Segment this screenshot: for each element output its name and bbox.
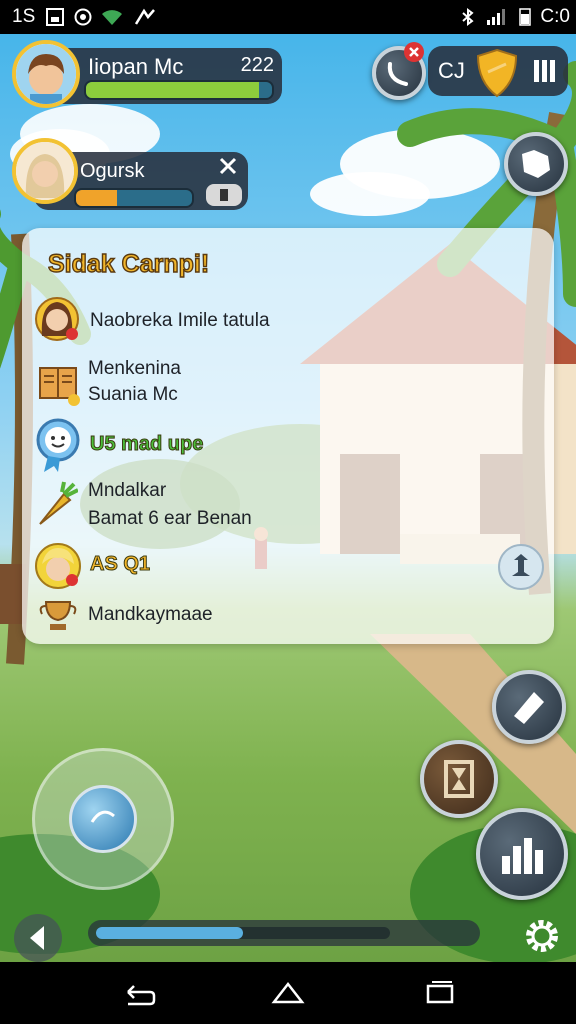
player-avatar[interactable] — [12, 40, 80, 108]
bluetooth-icon — [460, 8, 476, 31]
shield-icon[interactable] — [474, 46, 520, 105]
stats-button[interactable] — [476, 808, 568, 900]
bottom-progress-fill — [96, 927, 243, 939]
joystick-base[interactable] — [32, 748, 174, 890]
joystick-swirl-icon — [90, 810, 115, 823]
eraser-icon — [514, 692, 544, 724]
wifi-icon — [100, 8, 124, 31]
eraser-button[interactable] — [492, 670, 566, 744]
bottom-progress-bar — [88, 920, 480, 946]
panel-row-5-text: AS Q1 — [89, 553, 151, 576]
nav-recents-icon — [426, 981, 454, 1004]
panel-row-4-line1: Mndalkar — [88, 480, 167, 501]
close-icon[interactable] — [218, 156, 238, 181]
panel-row-3-text: U5 mad upe — [89, 433, 204, 456]
carrot-icon — [34, 480, 79, 533]
pause-icon[interactable] — [532, 58, 558, 89]
blonde-avatar-icon — [34, 542, 82, 595]
app-notification-icon — [134, 8, 156, 31]
nav-recents-button[interactable] — [424, 980, 456, 1011]
joystick-knob[interactable] — [69, 785, 137, 853]
status-clock: C:0 — [540, 6, 570, 27]
location-marker-button[interactable] — [498, 544, 544, 590]
smiley-badge-icon — [34, 418, 82, 479]
companion-avatar[interactable] — [12, 138, 78, 204]
book-icon — [36, 362, 80, 411]
player-name: Iiopan Mc — [88, 54, 184, 79]
phone-button[interactable] — [372, 42, 426, 100]
nav-back-icon — [127, 985, 156, 1006]
skill-icon — [220, 189, 228, 201]
companion-health-fill — [76, 190, 117, 206]
nav-back-button[interactable] — [120, 980, 156, 1011]
player-health-bar — [84, 80, 274, 100]
bar-chart-icon — [502, 838, 543, 874]
gear-icon — [526, 920, 558, 952]
map-button[interactable] — [504, 132, 568, 196]
signal-icon — [486, 8, 508, 31]
companion-health-bar — [74, 188, 194, 208]
map-icon — [522, 150, 550, 178]
back-arrow-button[interactable] — [14, 914, 62, 962]
trophy-icon — [38, 598, 78, 639]
panel-row-2-line1: Menkenina — [88, 358, 181, 379]
nav-home-button[interactable] — [270, 978, 306, 1011]
panel-row-2-line2: Suania Mc — [88, 384, 178, 405]
hourglass-icon — [444, 760, 474, 798]
game-scene[interactable]: Iiopan Mc 222 Ogursk CJ Sidak Carnpi! Na… — [0, 34, 576, 962]
companion-name: Ogursk — [80, 160, 145, 182]
top-right-label: CJ — [438, 58, 465, 83]
back-arrow-icon — [30, 926, 44, 950]
player-health-fill — [86, 82, 259, 98]
panel-row-4-line2: Bamat 6 ear Benan — [88, 508, 252, 529]
player-level: 222 — [240, 54, 274, 76]
panel-title: Sidak Carnpi! — [47, 249, 210, 278]
battery-icon — [518, 8, 532, 31]
status-bar: 1S C:0 — [0, 0, 576, 34]
craft-button[interactable] — [420, 740, 498, 818]
record-icon — [74, 8, 92, 31]
navigation-bar — [0, 962, 576, 1024]
companion-skill-button[interactable] — [206, 184, 242, 206]
quest-panel: Sidak Carnpi! Naobreka Imile tatula Menk… — [22, 228, 554, 644]
alert-badge-icon — [404, 42, 424, 62]
boy-avatar-icon — [16, 44, 76, 104]
settings-button[interactable] — [520, 914, 564, 958]
nav-home-icon — [271, 981, 305, 1004]
bottom-progress-track — [96, 927, 390, 939]
panel-row-1-text: Naobreka Imile tatula — [90, 310, 270, 331]
gallery-icon — [46, 8, 64, 31]
status-time: 1S — [12, 6, 36, 27]
girl-avatar-icon — [34, 296, 80, 347]
top-right-hud: CJ — [428, 46, 568, 98]
panel-row-6-text: Mandkaymaae — [88, 604, 213, 625]
girl-avatar-icon — [16, 142, 74, 200]
location-pin-icon — [512, 554, 530, 576]
